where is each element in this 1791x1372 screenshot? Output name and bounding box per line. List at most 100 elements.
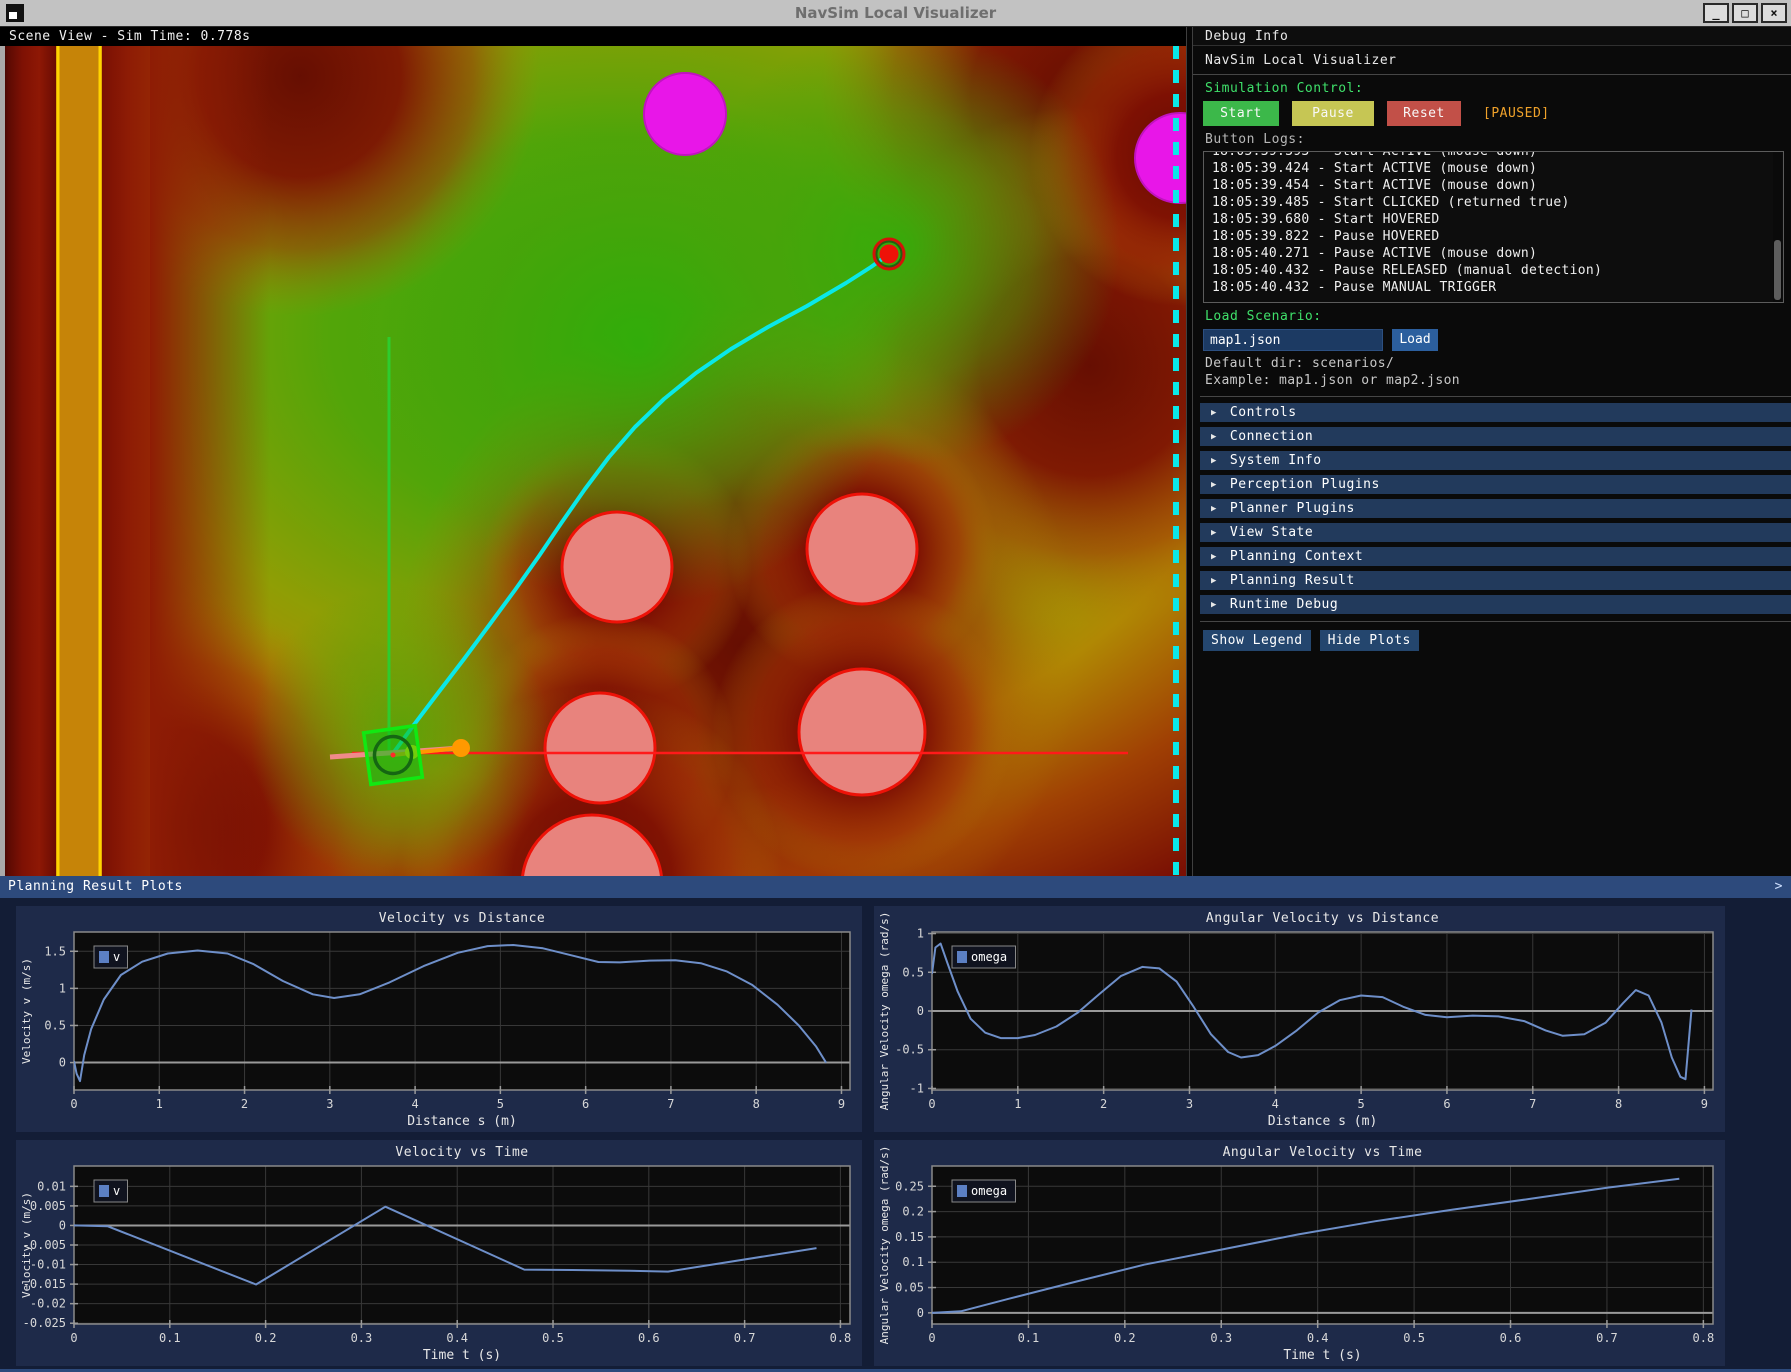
x-tick-label: 3 — [326, 1097, 333, 1111]
x-axis-label: Distance s (m) — [1268, 1114, 1378, 1129]
x-tick-label: 8 — [1615, 1097, 1622, 1111]
log-entry: 18:05:40.432 - Pause MANUAL TRIGGER — [1212, 279, 1783, 296]
section-label: Connection — [1230, 429, 1313, 444]
section-runtime-debug[interactable]: ▶ Runtime Debug — [1200, 595, 1791, 614]
y-tick-label: 0.5 — [902, 965, 924, 979]
expander-icon: ▶ — [1211, 432, 1217, 442]
minimize-button[interactable]: _ — [1703, 3, 1729, 23]
section-label: System Info — [1230, 453, 1322, 468]
x-tick-label: 0.7 — [734, 1331, 756, 1345]
obstacle-circle — [807, 494, 917, 604]
y-tick-label: 0.25 — [895, 1179, 924, 1193]
debug-panel-title: Debug Info — [1193, 27, 1791, 46]
expander-icon: ▶ — [1211, 600, 1217, 610]
y-axis-label: Angular Velocity omega (rad/s) — [878, 912, 891, 1111]
y-tick-label: -0.02 — [30, 1297, 66, 1311]
log-scrollbar[interactable] — [1773, 152, 1782, 302]
log-scrollbar-thumb[interactable] — [1774, 240, 1781, 300]
x-tick-label: 0.6 — [1500, 1331, 1522, 1345]
y-tick-label: 0.2 — [902, 1205, 924, 1219]
x-tick-label: 0.3 — [351, 1331, 373, 1345]
x-tick-label: 5 — [497, 1097, 504, 1111]
obstacle-circle — [799, 669, 925, 795]
y-tick-label: -0.5 — [895, 1043, 924, 1057]
expander-icon: ▶ — [1211, 576, 1217, 586]
x-tick-label: 0.6 — [638, 1331, 660, 1345]
x-tick-label: 0.2 — [255, 1331, 277, 1345]
maximize-button[interactable]: □ — [1732, 3, 1758, 23]
pause-button[interactable]: Pause — [1292, 101, 1374, 126]
y-tick-label: -0.025 — [23, 1316, 66, 1330]
section-planning-context[interactable]: ▶ Planning Context — [1200, 547, 1791, 566]
hide-plots-button[interactable]: Hide Plots — [1320, 630, 1419, 651]
y-tick-label: 0 — [917, 1004, 924, 1018]
legend-swatch — [957, 951, 967, 963]
legend-swatch — [99, 1185, 109, 1197]
x-tick-label: 0.1 — [1018, 1331, 1040, 1345]
x-tick-label: 0 — [928, 1331, 935, 1345]
section-label: Runtime Debug — [1230, 597, 1338, 612]
section-planning-result[interactable]: ▶ Planning Result — [1200, 571, 1791, 590]
y-tick-label: 0 — [917, 1306, 924, 1320]
section-label: Perception Plugins — [1230, 477, 1380, 492]
y-tick-label: 0.005 — [30, 1199, 66, 1213]
x-tick-label: 7 — [667, 1097, 674, 1111]
x-tick-label: 0 — [70, 1331, 77, 1345]
button-logs-list[interactable]: 18:05:39.393 - Start ACTIVE (mouse down)… — [1203, 151, 1784, 303]
load-button[interactable]: Load — [1392, 329, 1438, 351]
y-tick-label: -0.01 — [30, 1258, 66, 1272]
x-axis-label: Time t (s) — [423, 1348, 501, 1363]
separator — [1200, 396, 1791, 397]
scene-canvas[interactable] — [0, 46, 1186, 876]
window-title: NavSim Local Visualizer — [0, 4, 1791, 22]
log-entry: 18:05:40.271 - Pause ACTIVE (mouse down) — [1212, 245, 1783, 262]
section-system-info[interactable]: ▶ System Info — [1200, 451, 1791, 470]
obstacle-circle — [562, 512, 672, 622]
y-tick-label: -1 — [910, 1081, 924, 1095]
chart-velocity-vs-distance: 012345678900.511.5vVelocity vs DistanceD… — [16, 906, 862, 1132]
log-entry: 18:05:39.454 - Start ACTIVE (mouse down) — [1212, 177, 1783, 194]
close-button[interactable]: × — [1761, 3, 1787, 23]
y-tick-label: 0 — [59, 1218, 66, 1232]
legend-swatch — [957, 1185, 967, 1197]
section-planner-plugins[interactable]: ▶ Planner Plugins — [1200, 499, 1791, 518]
scenario-input[interactable] — [1203, 329, 1383, 351]
section-label: View State — [1230, 525, 1313, 540]
x-tick-label: 0.1 — [159, 1331, 181, 1345]
y-axis-label: Velocity v (m/s) — [20, 958, 33, 1064]
legend-label: v — [113, 1184, 120, 1198]
reset-button[interactable]: Reset — [1387, 101, 1461, 126]
section-controls[interactable]: ▶ Controls — [1200, 403, 1791, 422]
x-tick-label: 1 — [1014, 1097, 1021, 1111]
chevron-right-icon[interactable]: > — [1775, 876, 1783, 898]
window-titlebar[interactable]: NavSim Local Visualizer _ □ × — [0, 0, 1791, 27]
plots-panel-title: Planning Result Plots — [8, 879, 183, 894]
start-button[interactable]: Start — [1203, 101, 1279, 126]
section-label: Planning Result — [1230, 573, 1355, 588]
x-tick-label: 0.4 — [446, 1331, 468, 1345]
scene-view[interactable] — [0, 46, 1186, 876]
simulation-control-label: Simulation Control: — [1205, 81, 1791, 96]
x-tick-label: 6 — [582, 1097, 589, 1111]
section-view-state[interactable]: ▶ View State — [1200, 523, 1791, 542]
expander-icon: ▶ — [1211, 528, 1217, 538]
x-tick-label: 6 — [1443, 1097, 1450, 1111]
x-tick-label: 0.5 — [542, 1331, 564, 1345]
section-perception-plugins[interactable]: ▶ Perception Plugins — [1200, 475, 1791, 494]
legend-swatch — [99, 951, 109, 963]
chart-title: Angular Velocity vs Time — [1223, 1145, 1423, 1160]
x-tick-label: 0 — [928, 1097, 935, 1111]
scene-header: Scene View - Sim Time: 0.778s — [0, 27, 1186, 46]
x-tick-label: 9 — [838, 1097, 845, 1111]
x-tick-label: 7 — [1529, 1097, 1536, 1111]
x-tick-label: 5 — [1358, 1097, 1365, 1111]
x-tick-label: 0.8 — [830, 1331, 852, 1345]
show-legend-button[interactable]: Show Legend — [1203, 630, 1311, 651]
y-tick-label: 0 — [59, 1056, 66, 1070]
x-tick-label: 1 — [156, 1097, 163, 1111]
chart-angular-velocity-vs-distance: 0123456789-1-0.500.51omegaAngular Veloci… — [874, 906, 1725, 1132]
panel-divider[interactable] — [1186, 27, 1193, 876]
plots-panel-header[interactable]: Planning Result Plots > — [0, 876, 1791, 898]
chart-title: Velocity vs Time — [395, 1145, 528, 1160]
section-connection[interactable]: ▶ Connection — [1200, 427, 1791, 446]
